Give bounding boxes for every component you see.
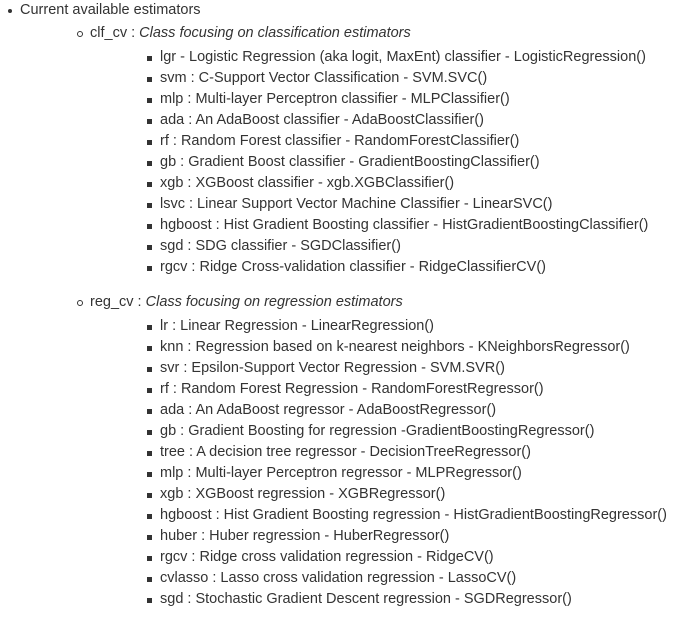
estimator-item: gb : Gradient Boosting for regression -G… [147,421,690,442]
estimator-item: mlp : Multi-layer Perceptron regressor -… [147,463,690,484]
estimator-item: rgcv : Ridge cross validation regression… [147,547,690,568]
estimator-item: lgr - Logistic Regression (aka logit, Ma… [147,47,690,68]
estimator-item: hgboost : Hist Gradient Boosting regress… [147,505,690,526]
estimator-item: cvlasso : Lasso cross validation regress… [147,568,690,589]
estimator-item: huber : Huber regression - HuberRegresso… [147,526,690,547]
group-description: Class focusing on regression estimators [145,294,403,310]
group-name: clf_cv [90,25,128,41]
estimator-list: lr : Linear Regression - LinearRegressio… [90,316,690,610]
estimator-item: sgd : SDG classifier - SGDClassifier() [147,236,690,257]
estimator-item: knn : Regression based on k-nearest neig… [147,337,690,358]
section-title: Current available estimators [20,2,201,18]
separator: : [127,25,140,41]
estimator-item: svm : C-Support Vector Classification - … [147,68,690,89]
group-name: reg_cv [90,294,134,310]
group-description: Class focusing on classification estimat… [139,25,411,41]
estimator-item: xgb : XGBoost classifier - xgb.XGBClassi… [147,173,690,194]
estimator-item: rgcv : Ridge Cross-validation classifier… [147,257,690,278]
estimator-item: svr : Epsilon-Support Vector Regression … [147,358,690,379]
estimator-item: lr : Linear Regression - LinearRegressio… [147,316,690,337]
separator: : [133,294,146,310]
estimator-item: ada : An AdaBoost regressor - AdaBoostRe… [147,400,690,421]
estimator-item: rf : Random Forest classifier - RandomFo… [147,131,690,152]
list-item-current-estimators: Current available estimators clf_cv : Cl… [8,0,690,610]
estimator-item: rf : Random Forest Regression - RandomFo… [147,379,690,400]
estimator-item: sgd : Stochastic Gradient Descent regres… [147,589,690,610]
estimator-item: gb : Gradient Boost classifier - Gradien… [147,152,690,173]
estimator-item: tree : A decision tree regressor - Decis… [147,442,690,463]
estimators-list: Current available estimators clf_cv : Cl… [0,0,690,610]
estimator-item: hgboost : Hist Gradient Boosting classif… [147,215,690,236]
estimator-item: ada : An AdaBoost classifier - AdaBoostC… [147,110,690,131]
estimator-item: lsvc : Linear Support Vector Machine Cla… [147,194,690,215]
estimator-item: xgb : XGBoost regression - XGBRegressor(… [147,484,690,505]
estimator-list: lgr - Logistic Regression (aka logit, Ma… [90,47,690,278]
estimator-item: mlp : Multi-layer Perceptron classifier … [147,89,690,110]
group-reg_cv: reg_cv : Class focusing on regression es… [77,292,690,610]
group-clf_cv: clf_cv : Class focusing on classificatio… [77,23,690,278]
group-list: clf_cv : Class focusing on classificatio… [20,23,690,610]
